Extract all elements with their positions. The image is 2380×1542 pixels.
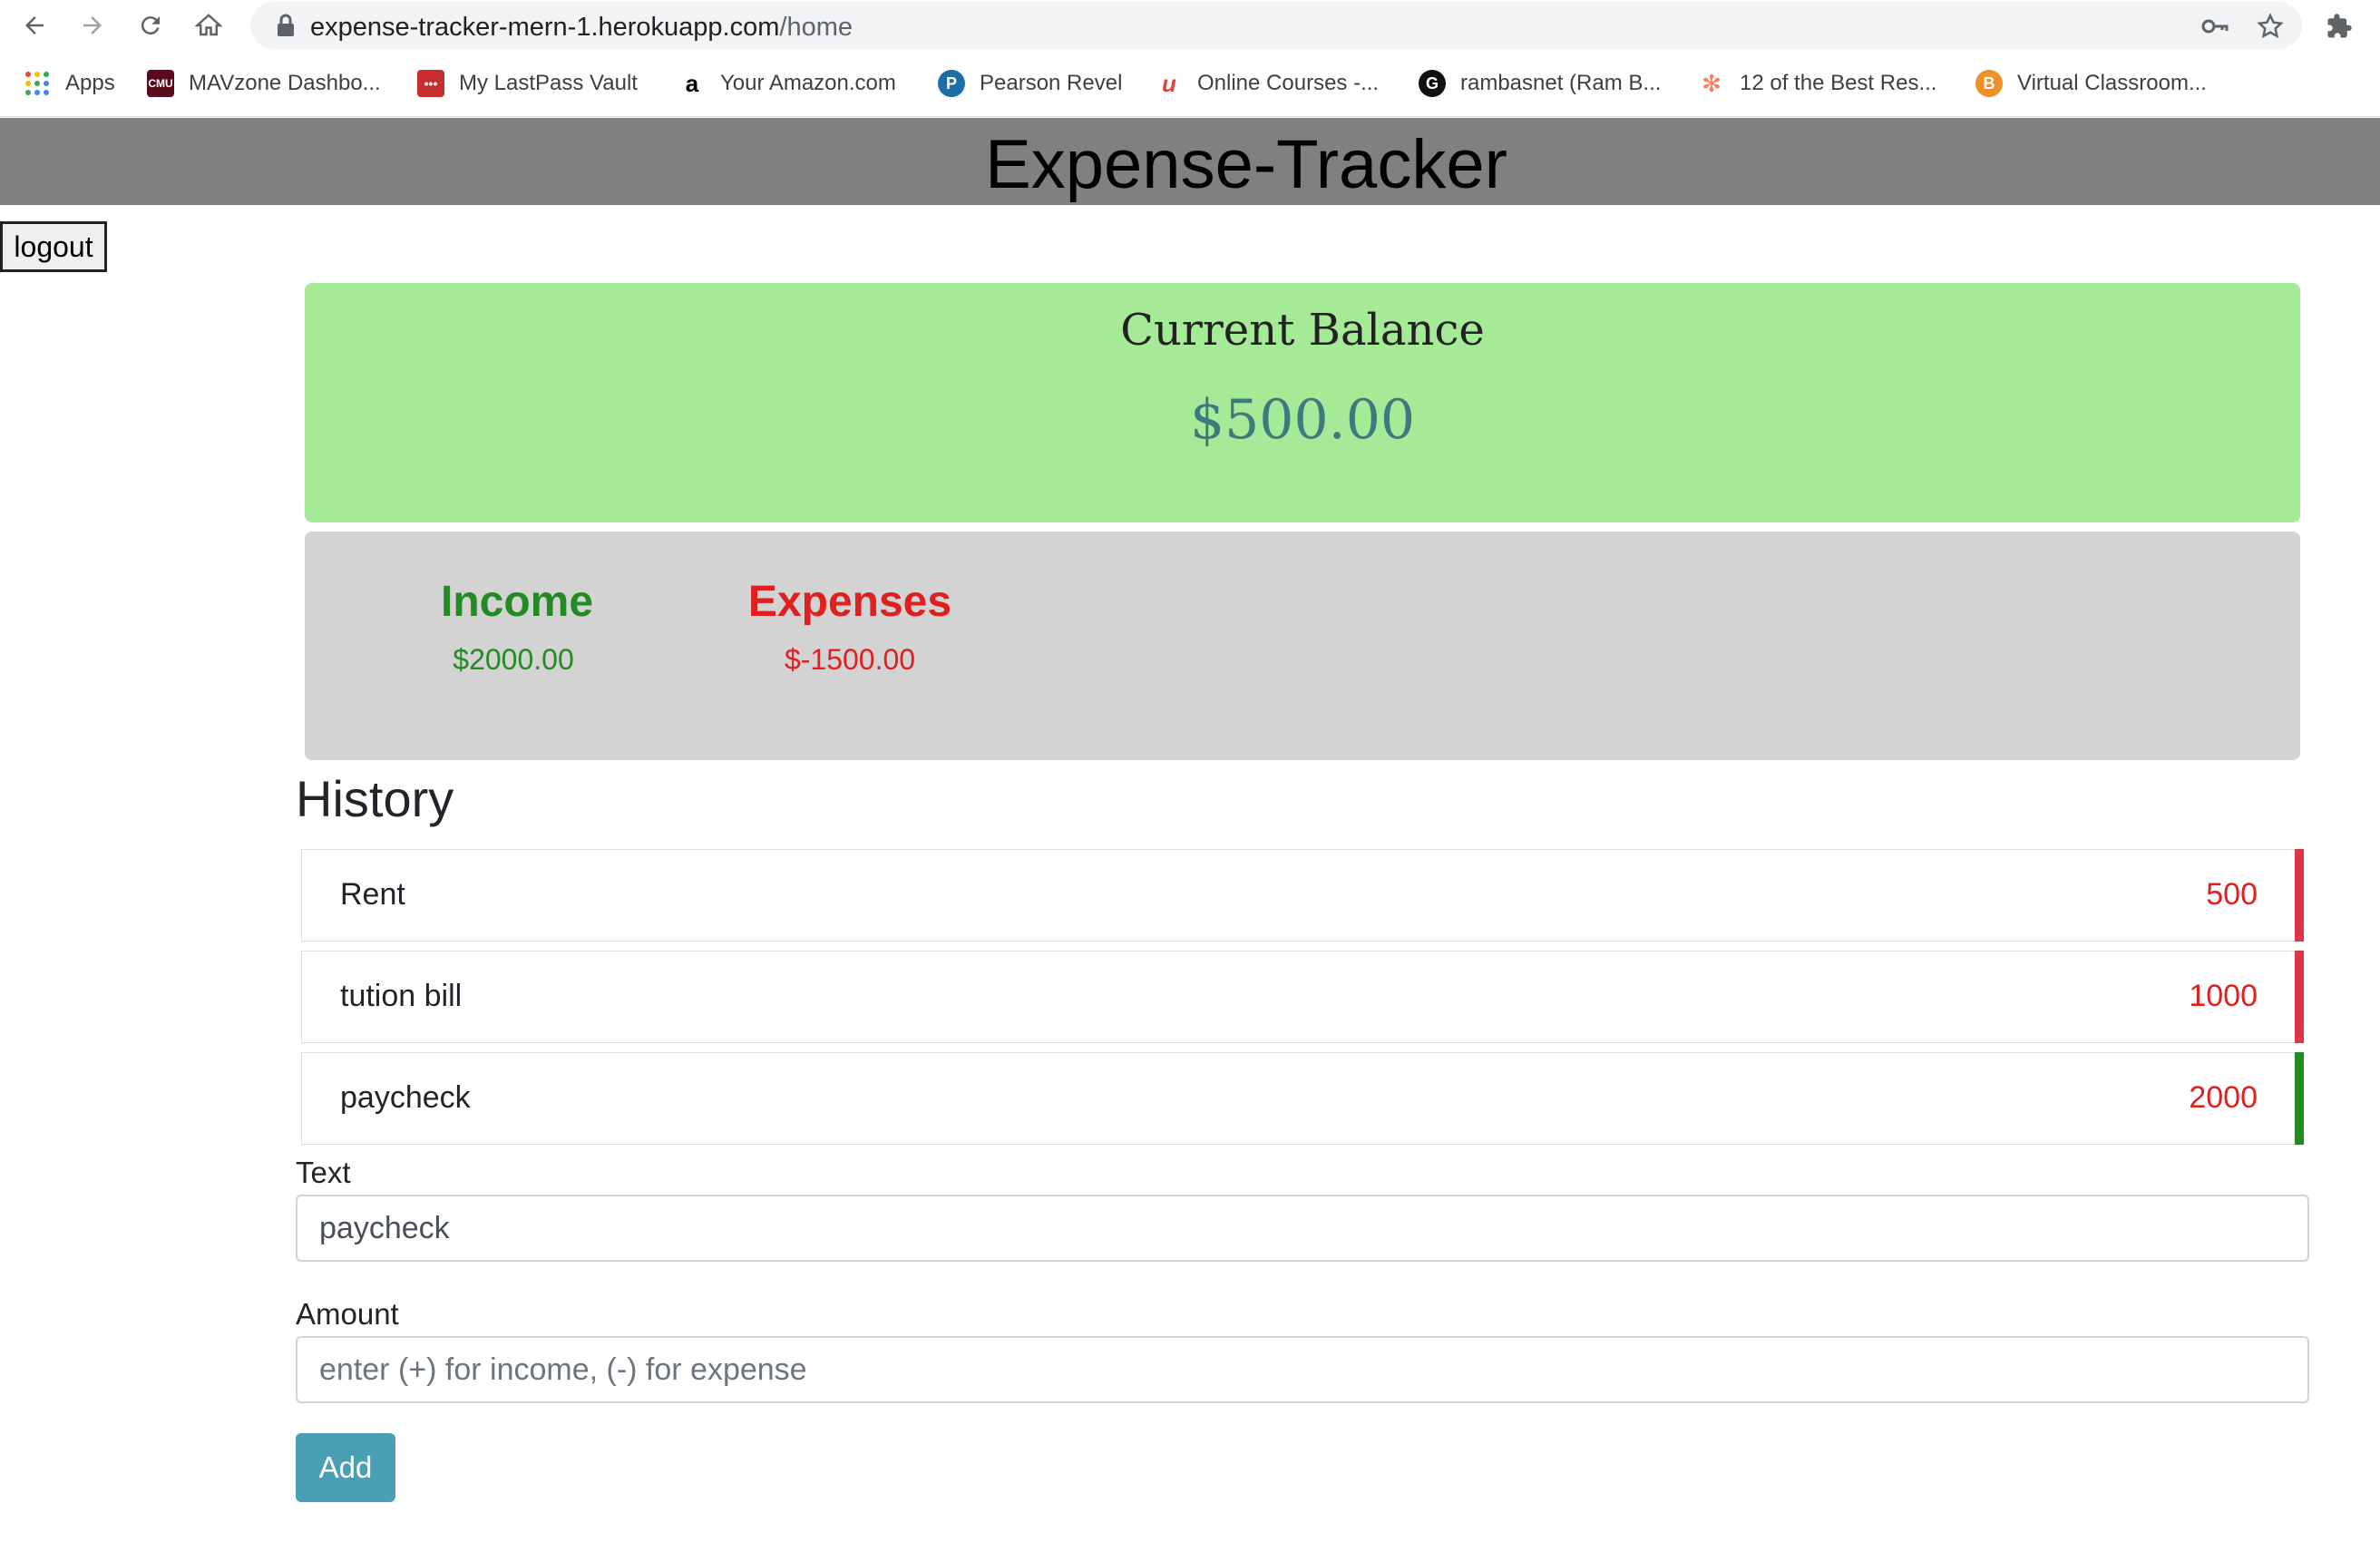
history-item-paycheck[interactable]: paycheck 2000 xyxy=(301,1052,2304,1145)
amazon-icon: a xyxy=(685,69,699,97)
amount-label: Amount xyxy=(296,1297,399,1331)
income-section: Income $2000.00 xyxy=(441,577,594,677)
bookmark-label: rambasnet (Ram B... xyxy=(1460,71,1662,95)
bookmark-github[interactable]: G rambasnet (Ram B... xyxy=(1419,67,1661,100)
extensions-puzzle-icon[interactable] xyxy=(2326,13,2353,40)
expense-label: Expenses xyxy=(747,578,952,626)
income-indicator-bar xyxy=(2295,1052,2304,1145)
home-icon xyxy=(195,14,222,36)
reload-button[interactable] xyxy=(131,5,171,45)
bookmark-mavzone[interactable]: CMU MAVzone Dashbo... xyxy=(147,67,381,100)
key-icon[interactable] xyxy=(2200,13,2229,40)
address-bar[interactable]: expense-tracker-mern-1.herokuapp.com/hom… xyxy=(250,2,2302,49)
forward-button[interactable] xyxy=(73,5,112,45)
app-header: Expense-Tracker xyxy=(0,118,2380,205)
lastpass-icon: ••• xyxy=(417,70,444,97)
lock-icon xyxy=(278,14,294,36)
history-item-amount: 500 xyxy=(2206,877,2258,912)
add-button[interactable]: Add xyxy=(296,1433,395,1502)
history-item-amount: 1000 xyxy=(2189,979,2258,1013)
balance-value: $500.00 xyxy=(1189,388,1416,452)
star-icon[interactable] xyxy=(2257,13,2284,40)
udemy-icon: u xyxy=(1162,69,1176,97)
history-heading: History xyxy=(296,770,454,827)
bookmark-label: Virtual Classroom... xyxy=(2017,71,2207,95)
balance-label: Current Balance xyxy=(1120,305,1485,356)
logout-button[interactable]: logout xyxy=(0,221,107,272)
income-label: Income xyxy=(441,578,594,626)
bookmark-label: MAVzone Dashbo... xyxy=(189,71,381,95)
browser-toolbar: expense-tracker-mern-1.herokuapp.com/hom… xyxy=(0,0,2380,51)
expense-indicator-bar xyxy=(2295,951,2304,1043)
text-input[interactable] xyxy=(296,1195,2309,1262)
url-host: expense-tracker-mern-1.herokuapp.com xyxy=(310,13,780,42)
bookmark-amazon[interactable]: a Your Amazon.com xyxy=(678,67,896,100)
bitcoin-icon: B xyxy=(1975,70,2003,97)
history-item-text: tution bill xyxy=(340,979,463,1013)
income-value: $2000.00 xyxy=(453,643,574,676)
bookmark-hubspot[interactable]: ✻ 12 of the Best Res... xyxy=(1698,67,1936,100)
bookmark-label: Pearson Revel xyxy=(980,71,1123,95)
expense-indicator-bar xyxy=(2295,849,2304,942)
pearson-icon: P xyxy=(938,70,965,97)
bookmarks-bar: Apps CMU MAVzone Dashbo... ••• My LastPa… xyxy=(0,51,2380,117)
bookmark-pearson[interactable]: P Pearson Revel xyxy=(938,67,1122,100)
home-button[interactable] xyxy=(189,5,229,45)
bookmark-virtual-classroom[interactable]: B Virtual Classroom... xyxy=(1975,67,2207,100)
amount-input[interactable] xyxy=(296,1336,2309,1403)
back-button[interactable] xyxy=(15,5,54,45)
bookmark-label: Your Amazon.com xyxy=(720,71,896,95)
history-item-tution-bill[interactable]: tution bill 1000 xyxy=(301,951,2304,1043)
forward-arrow-icon xyxy=(83,16,102,34)
bookmark-online-courses[interactable]: u Online Courses -... xyxy=(1156,67,1379,100)
expense-value: $-1500.00 xyxy=(784,643,916,676)
history-item-text: paycheck xyxy=(340,1080,471,1115)
github-icon: G xyxy=(1419,70,1446,97)
bookmark-label: Apps xyxy=(65,71,115,95)
bookmark-apps[interactable]: Apps xyxy=(24,67,115,100)
url-path: /home xyxy=(779,13,853,42)
income-expense-summary: Income $2000.00 Expenses $-1500.00 xyxy=(305,532,2300,760)
balance-card: Current Balance $500.00 xyxy=(305,283,2300,522)
bookmark-lastpass[interactable]: ••• My LastPass Vault xyxy=(417,67,638,100)
url-text: expense-tracker-mern-1.herokuapp.com/hom… xyxy=(310,13,853,43)
bookmark-label: 12 of the Best Res... xyxy=(1740,71,1937,95)
reload-icon xyxy=(141,16,160,35)
history-item-amount: 2000 xyxy=(2189,1080,2258,1115)
hubspot-icon: ✻ xyxy=(1702,69,1722,97)
apps-grid-icon xyxy=(25,72,49,95)
page-title: Expense-Tracker xyxy=(985,126,1507,203)
history-item-text: Rent xyxy=(340,877,405,912)
bookmark-label: My LastPass Vault xyxy=(459,71,638,95)
expense-section: Expenses $-1500.00 xyxy=(746,577,954,677)
history-item-rent[interactable]: Rent 500 xyxy=(301,849,2304,942)
text-label: Text xyxy=(296,1156,351,1189)
history-list: Rent 500 tution bill 1000 paycheck 2000 xyxy=(301,849,2304,1154)
cmu-icon: CMU xyxy=(147,70,174,97)
bookmark-label: Online Courses -... xyxy=(1197,71,1380,95)
back-arrow-icon xyxy=(25,16,44,34)
